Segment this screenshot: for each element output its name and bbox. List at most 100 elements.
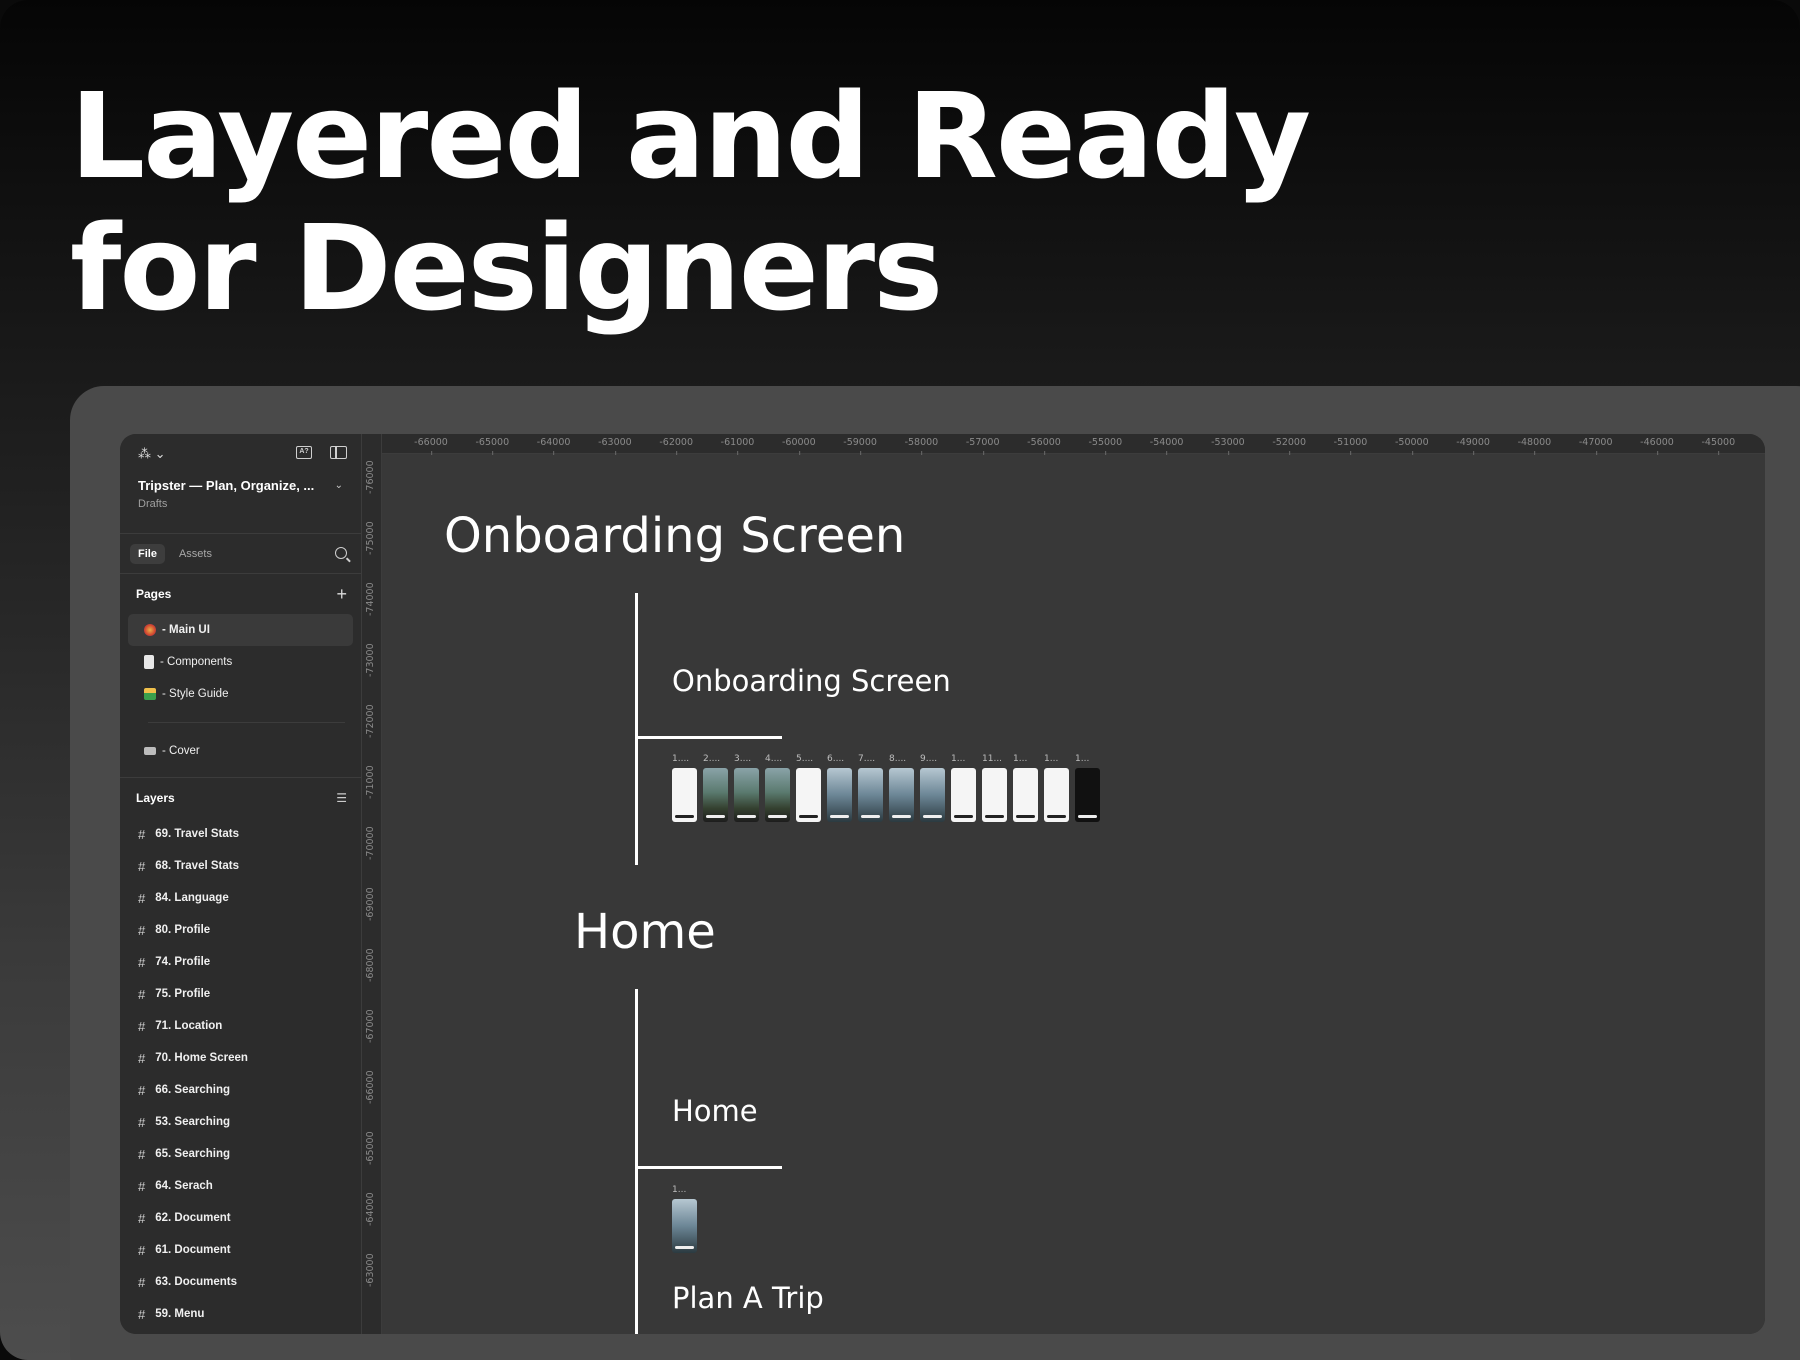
screen-preview <box>920 768 945 822</box>
screen-thumbnail[interactable]: 3.... <box>734 754 759 822</box>
layer-item[interactable]: #62. Document <box>120 1202 361 1234</box>
ruler-tick: -73000 <box>365 643 376 677</box>
ruler-tick: -61000 <box>720 437 755 455</box>
pages-heading: Pages <box>136 587 172 601</box>
page-item-cover[interactable]: - Cover <box>128 735 353 767</box>
ruler-tick: -63000 <box>365 1253 376 1287</box>
screen-preview <box>672 1199 697 1253</box>
frame-icon: # <box>138 1242 146 1258</box>
frame-icon: # <box>138 1082 146 1098</box>
tab-file[interactable]: File <box>130 543 165 564</box>
headline: Layered and Ready for Designers <box>70 70 1311 337</box>
layer-item[interactable]: #80. Profile <box>120 914 361 946</box>
search-icon[interactable] <box>335 547 347 559</box>
file-title: Tripster — Plan, Organize, ... <box>138 478 315 493</box>
ruler-tick: -56000 <box>1027 437 1061 455</box>
layer-label: 66. Searching <box>155 1084 231 1096</box>
layer-item[interactable]: #84. Language <box>120 882 361 914</box>
page-item-main-ui[interactable]: - Main UI <box>128 614 353 646</box>
screen-thumbnail[interactable]: 7.... <box>858 754 883 822</box>
screen-thumbnail[interactable]: 1... <box>1013 754 1038 822</box>
screen-preview <box>703 768 728 822</box>
screen-thumbnail[interactable]: 2.... <box>703 754 728 822</box>
section-title-home[interactable]: Home <box>574 904 716 960</box>
thumbnail-label: 9.... <box>920 754 938 764</box>
thumbnail-label: 8.... <box>889 754 907 764</box>
frame-title-plan-a-trip[interactable]: Plan A Trip <box>672 1281 824 1315</box>
section-title-onboarding[interactable]: Onboarding Screen <box>444 508 905 564</box>
ruler-tick: -46000 <box>1640 437 1674 455</box>
ruler-tick: -49000 <box>1456 437 1490 455</box>
screen-thumbnail[interactable]: 1... <box>1075 754 1100 822</box>
layer-item[interactable]: #53. Searching <box>120 1106 361 1138</box>
pages-header: Pages + <box>120 574 361 614</box>
layer-label: 80. Profile <box>155 924 211 936</box>
chevron-down-icon[interactable]: ⌄ <box>335 480 343 491</box>
file-info[interactable]: Tripster — Plan, Organize, ... Drafts ⌄ <box>120 472 361 534</box>
page-label: - Style Guide <box>162 688 229 700</box>
layer-item[interactable]: #61. Document <box>120 1234 361 1266</box>
screen-thumbnail[interactable]: 1.... <box>672 754 697 822</box>
screen-thumbnail[interactable]: 1... <box>672 1185 697 1253</box>
layer-label: 69. Travel Stats <box>155 828 239 840</box>
layer-item[interactable]: #64. Serach <box>120 1170 361 1202</box>
layer-item[interactable]: #65. Searching <box>120 1138 361 1170</box>
text-style-icon[interactable]: A? <box>296 446 312 459</box>
golf-icon <box>144 688 156 700</box>
layer-item[interactable]: #63. Documents <box>120 1266 361 1298</box>
layer-item[interactable]: #74. Profile <box>120 946 361 978</box>
layer-item[interactable]: #69. Travel Stats <box>120 818 361 850</box>
frame-icon: # <box>138 986 146 1002</box>
screen-preview <box>951 768 976 822</box>
thumbnail-label: 4.... <box>765 754 783 764</box>
panel-toggle-icon[interactable] <box>330 446 347 459</box>
layer-item[interactable]: #66. Searching <box>120 1074 361 1106</box>
add-page-icon[interactable]: + <box>336 584 347 605</box>
ruler-tick: -74000 <box>365 582 376 616</box>
frame-title-home[interactable]: Home <box>672 1094 758 1128</box>
layer-item[interactable]: #75. Profile <box>120 978 361 1010</box>
page-item-style-guide[interactable]: - Style Guide <box>128 678 353 710</box>
layer-item[interactable]: #71. Location <box>120 1010 361 1042</box>
screen-preview <box>982 768 1007 822</box>
collapse-layers-icon[interactable]: ☰ <box>336 791 347 805</box>
screen-thumbnail[interactable]: 11... <box>982 754 1007 822</box>
screen-preview <box>1044 768 1069 822</box>
ruler-tick: -62000 <box>659 437 694 455</box>
ruler-tick: -64000 <box>536 437 571 455</box>
screen-thumbnail[interactable]: 9.... <box>920 754 945 822</box>
screen-thumbnail[interactable]: 4.... <box>765 754 790 822</box>
frame-title-onboarding[interactable]: Onboarding Screen <box>672 664 951 698</box>
canvas[interactable]: Onboarding Screen Onboarding Screen 1...… <box>382 454 1765 1334</box>
ruler-tick: -71000 <box>365 765 376 799</box>
ruler-tick: -69000 <box>365 887 376 921</box>
layer-label: 63. Documents <box>155 1276 238 1288</box>
ruler-tick: -63000 <box>598 437 632 455</box>
frame-icon: # <box>138 1050 146 1066</box>
screen-thumbnail[interactable]: 1... <box>951 754 976 822</box>
screen-preview <box>1013 768 1038 822</box>
screen-preview <box>796 768 821 822</box>
layer-list: #69. Travel Stats #68. Travel Stats #84. L… <box>120 818 361 1330</box>
screen-thumbnail[interactable]: 5.... <box>796 754 821 822</box>
screen-thumbnail[interactable]: 6.... <box>827 754 852 822</box>
pages-divider <box>148 722 345 723</box>
screen-preview <box>765 768 790 822</box>
cover-icon <box>144 747 156 755</box>
ruler-tick: -75000 <box>365 521 376 555</box>
layer-item[interactable]: #59. Menu <box>120 1298 361 1330</box>
layer-item[interactable]: #68. Travel Stats <box>120 850 361 882</box>
screen-thumbnail[interactable]: 1... <box>1044 754 1069 822</box>
layer-label: 71. Location <box>155 1020 223 1032</box>
screen-preview <box>858 768 883 822</box>
screen-thumbnail[interactable]: 8.... <box>889 754 914 822</box>
canvas-area[interactable]: -76000 -75000 -74000 -73000 -72000 -71000 -700… <box>362 434 1765 1334</box>
ruler-tick: -45000 <box>1701 437 1736 455</box>
layer-label: 84. Language <box>155 892 229 904</box>
page-item-components[interactable]: - Components <box>128 646 353 678</box>
ruler-tick: -65000 <box>475 437 510 455</box>
layer-item[interactable]: #70. Home Screen <box>120 1042 361 1074</box>
headline-line-2: for Designers <box>70 199 943 337</box>
tab-assets[interactable]: Assets <box>171 544 220 564</box>
figma-icon[interactable]: ⁂ ⌄ <box>138 446 166 462</box>
